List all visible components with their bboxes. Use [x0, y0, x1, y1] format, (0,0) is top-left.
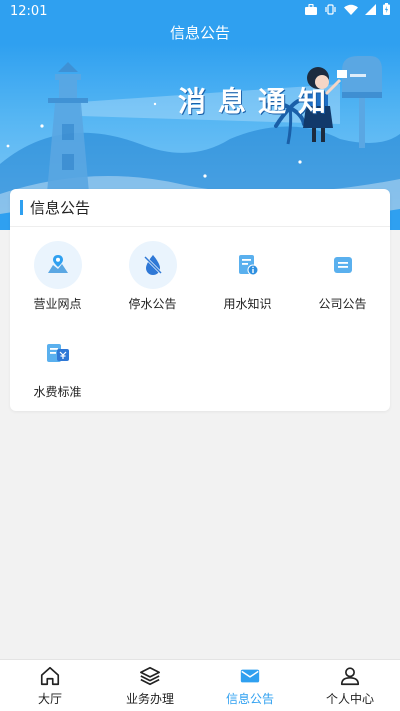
item-icon-wrap [33, 241, 82, 289]
battery-icon [383, 3, 390, 19]
item-icon-wrap [128, 241, 177, 289]
item-label: 用水知识 [223, 297, 272, 311]
lighthouse [46, 62, 90, 204]
wifi-icon [344, 4, 358, 19]
tab-label: 个人中心 [325, 691, 374, 706]
item-icon-wrap [319, 241, 367, 289]
info-card: 信息公告 营业网点 停水公告 用水知识 公司公告 水费标准 [10, 189, 390, 411]
tab-business[interactable]: 业务办理 [100, 660, 200, 711]
status-time: 12:01 [10, 3, 48, 19]
item-water-outage[interactable]: 停水公告 [105, 241, 200, 312]
item-company-notice[interactable]: 公司公告 [295, 241, 390, 312]
page-title: 信息公告 [0, 22, 400, 44]
item-label: 公司公告 [318, 297, 367, 311]
card-header: 信息公告 [10, 189, 390, 227]
bottom-tab-bar: 大厅 业务办理 信息公告 个人中心 [0, 659, 400, 711]
banner-title: 消息通知 [178, 80, 338, 120]
item-label: 水费标准 [33, 385, 82, 399]
item-label: 停水公告 [128, 297, 177, 311]
item-icon-wrap [34, 329, 82, 377]
item-water-fee-standard[interactable]: 水费标准 [10, 329, 105, 400]
status-icons [305, 3, 390, 19]
no-water-drop-icon [143, 255, 162, 275]
status-bar: 12:01 [0, 0, 400, 22]
tab-label: 业务办理 [125, 691, 174, 706]
layers-icon [140, 666, 160, 685]
item-label: 营业网点 [33, 297, 82, 311]
home-icon [40, 666, 60, 685]
notice-list-icon [333, 257, 352, 273]
tab-label: 信息公告 [225, 691, 274, 706]
map-location-icon [47, 255, 68, 273]
briefcase-icon [305, 3, 317, 19]
vibrate-icon [324, 3, 337, 19]
document-info-icon [238, 255, 258, 276]
tab-label: 大厅 [37, 691, 62, 706]
tab-hall[interactable]: 大厅 [0, 660, 100, 711]
item-water-knowledge[interactable]: 用水知识 [200, 241, 295, 312]
tab-personal-center[interactable]: 个人中心 [300, 660, 400, 711]
signal-icon [365, 3, 376, 19]
item-business-outlets[interactable]: 营业网点 [10, 241, 105, 312]
section-title: 信息公告 [30, 199, 91, 217]
user-icon [340, 666, 360, 685]
banner-text: 消息通知 [178, 85, 339, 118]
mailbox [342, 56, 382, 148]
title-accent-bar [20, 200, 23, 215]
fee-yen-icon [46, 344, 69, 362]
tab-info-notice[interactable]: 信息公告 [200, 660, 300, 711]
mail-icon [240, 669, 260, 682]
item-icon-wrap [224, 241, 272, 289]
